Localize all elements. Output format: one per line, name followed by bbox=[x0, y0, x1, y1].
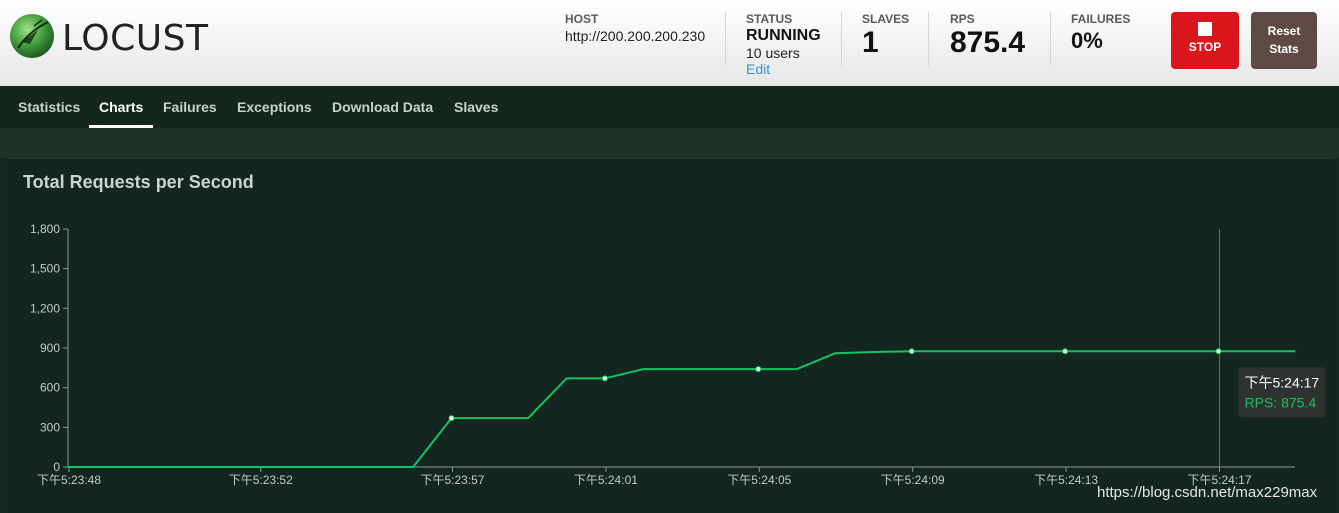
tooltip-time: 下午5:24:17 bbox=[1245, 374, 1320, 390]
rps-chart[interactable]: 0 300 600 900 1,200 1,500 1,800 下午5:23:48 下午5:23… bbox=[0, 0, 1339, 512]
x-tick-label: 下午5:24:01 bbox=[574, 473, 638, 487]
data-point-marker bbox=[601, 375, 608, 382]
tooltip-value: RPS: 875.4 bbox=[1245, 394, 1317, 410]
y-tick-label: 0 bbox=[53, 460, 60, 474]
y-tick-label: 900 bbox=[40, 341, 60, 355]
data-point-marker bbox=[1062, 348, 1069, 355]
y-tick-label: 1,500 bbox=[30, 262, 60, 276]
x-tick-label: 下午5:24:13 bbox=[1034, 473, 1098, 487]
x-tick-label: 下午5:23:57 bbox=[420, 473, 484, 487]
x-tick-label: 下午5:23:52 bbox=[229, 473, 293, 487]
data-point-marker bbox=[448, 415, 455, 422]
data-point-marker bbox=[1215, 348, 1222, 355]
data-point-marker bbox=[755, 366, 762, 373]
y-tick-label: 600 bbox=[40, 381, 60, 395]
data-point-marker bbox=[908, 348, 915, 355]
x-tick-label: 下午5:24:05 bbox=[727, 473, 791, 487]
watermark: https://blog.csdn.net/max229max bbox=[1097, 484, 1318, 501]
y-tick-label: 1,800 bbox=[30, 222, 60, 236]
y-tick-label: 300 bbox=[40, 420, 60, 434]
x-tick-label: 下午5:23:48 bbox=[37, 473, 101, 487]
rps-series-line bbox=[68, 350, 1296, 468]
y-tick-label: 1,200 bbox=[30, 301, 60, 315]
x-tick-label: 下午5:24:09 bbox=[881, 473, 945, 487]
